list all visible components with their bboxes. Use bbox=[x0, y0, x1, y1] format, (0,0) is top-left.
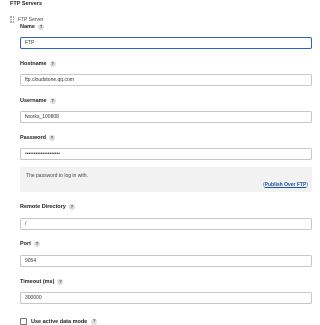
hostname-input[interactable] bbox=[20, 74, 312, 86]
hostname-label: Hostname ? bbox=[20, 61, 56, 67]
name-input[interactable] bbox=[20, 37, 312, 49]
help-icon[interactable]: ? bbox=[48, 135, 55, 141]
drag-handle-icon[interactable] bbox=[10, 16, 15, 23]
remote-directory-input[interactable] bbox=[20, 218, 312, 230]
port-label: Port ? bbox=[20, 241, 40, 247]
remote-directory-label-text: Remote Directory bbox=[20, 204, 66, 210]
help-icon[interactable]: ? bbox=[57, 279, 64, 285]
help-icon[interactable]: ? bbox=[68, 204, 75, 210]
password-label: Password ? bbox=[20, 135, 55, 141]
help-icon[interactable]: ? bbox=[49, 61, 56, 67]
hostname-label-text: Hostname bbox=[20, 61, 47, 67]
name-label: Name ? bbox=[20, 24, 44, 30]
help-icon[interactable]: ? bbox=[34, 241, 40, 247]
remote-directory-label: Remote Directory ? bbox=[20, 204, 75, 210]
username-label-text: Username bbox=[20, 98, 47, 104]
timeout-label: Timeout (ms) ? bbox=[20, 279, 64, 285]
help-icon[interactable]: ? bbox=[37, 24, 44, 30]
password-label-text: Password bbox=[20, 135, 46, 141]
section-title: FTP Servers bbox=[10, 1, 43, 7]
server-label: FTP Server bbox=[18, 17, 44, 23]
username-input[interactable] bbox=[20, 111, 312, 123]
password-help-text: The password to log in with. bbox=[26, 173, 88, 179]
timeout-label-text: Timeout (ms) bbox=[20, 279, 55, 285]
plugin-reference: (Publish Over FTP) bbox=[263, 182, 308, 188]
username-label: Username ? bbox=[20, 98, 56, 104]
password-help-box: The password to log in with. (Publish Ov… bbox=[20, 167, 312, 192]
name-label-text: Name bbox=[20, 24, 35, 30]
help-icon[interactable]: ? bbox=[49, 98, 56, 104]
port-input[interactable] bbox=[20, 255, 312, 267]
password-input[interactable] bbox=[20, 148, 312, 160]
publish-over-ftp-link[interactable]: Publish Over FTP bbox=[265, 182, 307, 188]
port-label-text: Port bbox=[20, 241, 31, 247]
timeout-input[interactable] bbox=[20, 292, 312, 304]
link-close-paren: ) bbox=[306, 182, 308, 188]
